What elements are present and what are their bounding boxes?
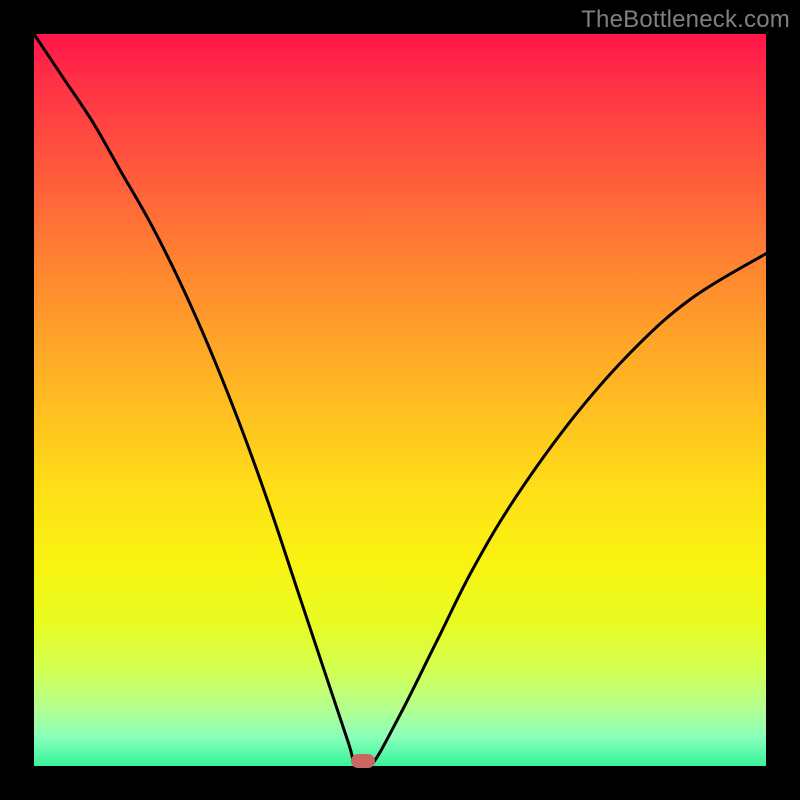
min-marker <box>351 754 375 768</box>
curve-path <box>34 34 766 766</box>
chart-frame: TheBottleneck.com <box>0 0 800 800</box>
watermark-text: TheBottleneck.com <box>581 6 790 34</box>
plot-area <box>34 34 766 766</box>
curve-svg <box>34 34 766 766</box>
